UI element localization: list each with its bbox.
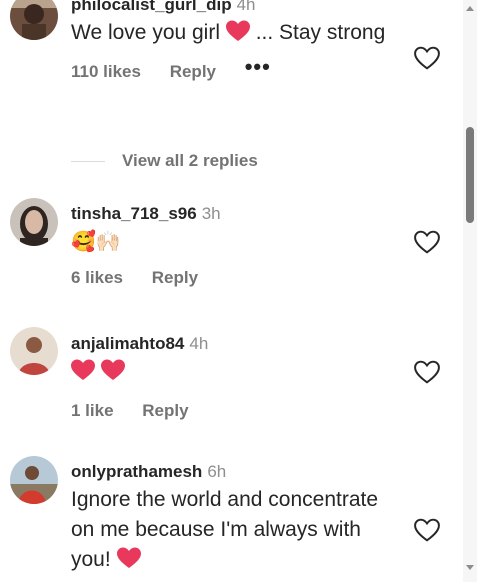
heart-outline-icon[interactable] [414, 518, 440, 542]
timestamp[interactable]: 3h [202, 204, 221, 223]
scrollbar[interactable] [463, 0, 477, 582]
reply-button[interactable]: Reply [142, 401, 188, 420]
heart-outline-icon[interactable] [414, 230, 440, 254]
likes-count[interactable]: 110 likes [71, 62, 141, 81]
avatar[interactable] [10, 456, 58, 504]
timestamp[interactable]: 6h [207, 462, 226, 481]
scroll-up-arrow-icon[interactable] [466, 6, 474, 11]
timestamp[interactable]: 4h [237, 0, 256, 14]
timestamp[interactable]: 4h [189, 334, 208, 353]
comment-text: Ignore the world and concentrate on me b… [71, 485, 406, 578]
username[interactable]: philocalist_gurl_dip [71, 0, 232, 14]
reply-button[interactable]: Reply [152, 268, 198, 287]
comment-text: We love you girl ... Stay strong [71, 18, 406, 51]
username[interactable]: tinsha_718_s96 [71, 204, 197, 223]
divider [71, 161, 105, 163]
username[interactable]: anjalimahto84 [71, 334, 184, 353]
reply-button[interactable]: Reply [170, 62, 216, 81]
scroll-down-arrow-icon[interactable] [466, 565, 474, 570]
red-heart-emoji-icon [116, 547, 141, 578]
view-replies-link[interactable]: View all 2 replies [71, 151, 258, 171]
red-heart-emoji-icon [100, 359, 125, 390]
red-heart-emoji-icon [71, 359, 95, 390]
heart-outline-icon[interactable] [414, 360, 440, 384]
comment-actions: 1 like Reply [71, 401, 406, 421]
comment-actions: 110 likes Reply ••• [71, 56, 406, 82]
red-heart-emoji-icon [225, 20, 250, 51]
comment-text: 🥰🙌🏻 [71, 231, 121, 253]
comment-actions: 6 likes Reply [71, 268, 406, 288]
more-options-icon[interactable]: ••• [245, 54, 271, 79]
avatar[interactable] [10, 327, 58, 375]
likes-count[interactable]: 1 like [71, 401, 114, 420]
avatar[interactable] [10, 0, 58, 40]
heart-outline-icon[interactable] [414, 46, 440, 70]
avatar[interactable] [10, 198, 58, 246]
comment-text [71, 357, 406, 390]
likes-count[interactable]: 6 likes [71, 268, 123, 287]
scroll-thumb[interactable] [466, 127, 474, 223]
username[interactable]: onlyprathamesh [71, 462, 202, 481]
